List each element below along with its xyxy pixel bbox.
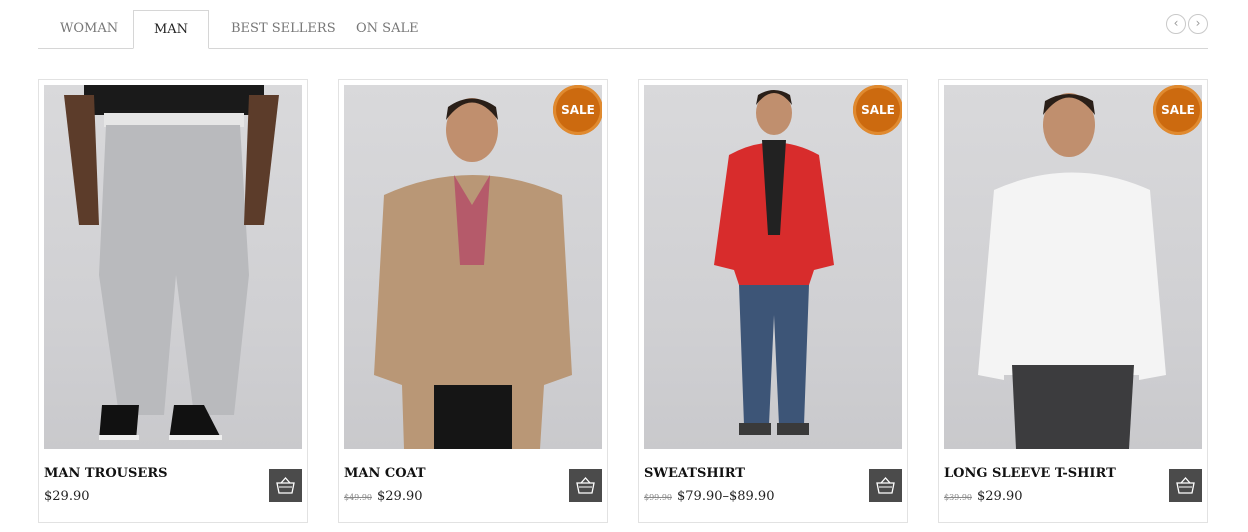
- basket-icon: [876, 477, 895, 494]
- product-image[interactable]: SALE: [344, 85, 602, 449]
- basket-icon: [576, 477, 595, 494]
- product-card: SALE LONG SLEEVE T-SHIRT $39.90 $29.90: [938, 79, 1208, 523]
- category-tabs: WOMAN MAN BEST SELLERS ON SALE ‹ ›: [38, 10, 1208, 49]
- current-price: $29.90: [44, 489, 90, 504]
- product-price: $49.90 $29.90: [344, 489, 423, 504]
- add-to-cart-button[interactable]: [569, 469, 602, 502]
- product-image[interactable]: SALE: [644, 85, 902, 449]
- product-price: $39.90 $29.90: [944, 489, 1023, 504]
- basket-icon: [1176, 477, 1195, 494]
- product-image[interactable]: SALE: [944, 85, 1202, 449]
- carousel-nav: ‹ ›: [1164, 12, 1208, 34]
- product-name[interactable]: MAN TROUSERS: [44, 466, 168, 481]
- chevron-right-icon[interactable]: ›: [1188, 14, 1208, 34]
- product-name[interactable]: LONG SLEEVE T-SHIRT: [944, 466, 1116, 481]
- current-price: $29.90: [977, 489, 1023, 504]
- old-price: $39.90: [944, 493, 972, 502]
- current-price: $29.90: [377, 489, 423, 504]
- sale-badge: SALE: [1153, 85, 1202, 135]
- basket-icon: [276, 477, 295, 494]
- product-card: SALE SWEATSHIRT $99.90 $79.90–$89.90: [638, 79, 908, 523]
- product-name[interactable]: SWEATSHIRT: [644, 466, 745, 481]
- tab-on-sale[interactable]: ON SALE: [356, 10, 419, 47]
- add-to-cart-button[interactable]: [269, 469, 302, 502]
- sale-badge: SALE: [553, 85, 602, 135]
- add-to-cart-button[interactable]: [869, 469, 902, 502]
- product-price: $99.90 $79.90–$89.90: [644, 489, 774, 504]
- current-price: $79.90–$89.90: [677, 489, 775, 504]
- old-price: $99.90: [644, 493, 672, 502]
- add-to-cart-button[interactable]: [1169, 469, 1202, 502]
- old-price: $49.90: [344, 493, 372, 502]
- sale-badge: SALE: [853, 85, 902, 135]
- product-card: MAN TROUSERS $29.90: [38, 79, 308, 523]
- tab-man[interactable]: MAN: [133, 10, 209, 49]
- chevron-left-icon[interactable]: ‹: [1166, 14, 1186, 34]
- tab-best-sellers[interactable]: BEST SELLERS: [231, 10, 336, 47]
- product-image[interactable]: [44, 85, 302, 449]
- product-name[interactable]: MAN COAT: [344, 466, 426, 481]
- tab-woman[interactable]: WOMAN: [60, 10, 118, 47]
- product-price: $29.90: [44, 489, 90, 504]
- product-card: SALE MAN COAT $49.90 $29.90: [338, 79, 608, 523]
